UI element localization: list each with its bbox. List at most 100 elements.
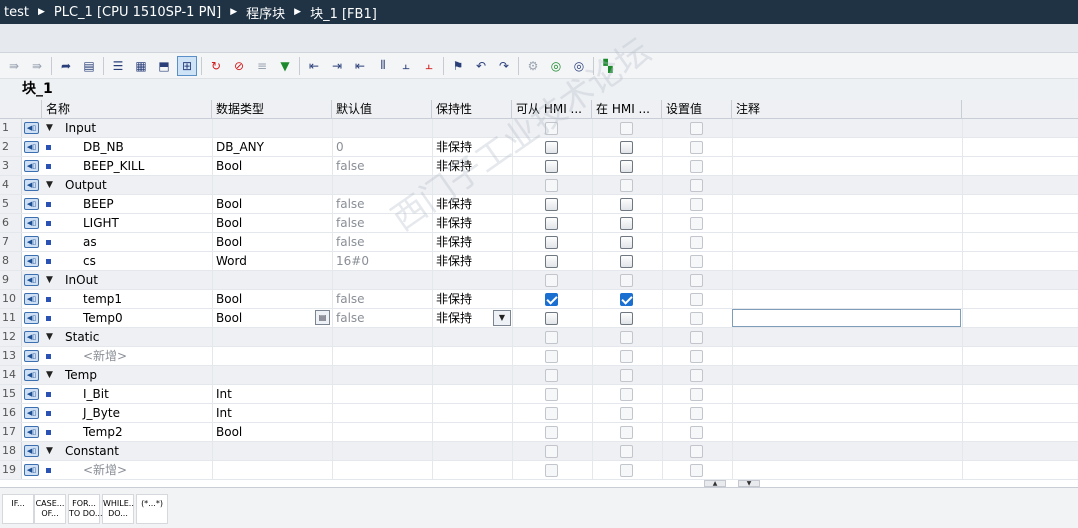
setpoint-checkbox[interactable] xyxy=(690,293,703,306)
section-name[interactable]: Input xyxy=(65,119,96,137)
variable-default[interactable]: 0 xyxy=(336,138,344,156)
setpoint-checkbox[interactable] xyxy=(690,141,703,154)
hmi-access-checkbox[interactable] xyxy=(545,160,558,173)
table-row[interactable]: 10 ◀▯ temp1 Bool false 非保持 xyxy=(0,290,1078,309)
hmi-access-checkbox[interactable] xyxy=(545,236,558,249)
indent-right-icon[interactable]: ⇥ xyxy=(327,56,347,76)
add-row-icon[interactable]: ⇛ xyxy=(27,56,47,76)
setpoint-checkbox[interactable] xyxy=(690,350,703,363)
bookmark-icon[interactable]: ⫠ xyxy=(396,56,416,76)
setpoint-checkbox[interactable] xyxy=(690,369,703,382)
header-comment[interactable]: 注释 xyxy=(732,100,962,119)
hmi-visible-checkbox[interactable] xyxy=(620,274,633,287)
section-name[interactable]: Temp xyxy=(65,366,97,384)
hmi-visible-checkbox[interactable] xyxy=(620,407,633,420)
setpoint-checkbox[interactable] xyxy=(690,388,703,401)
hmi-visible-checkbox[interactable] xyxy=(620,388,633,401)
datatype-list-icon[interactable]: ▤ xyxy=(315,310,330,325)
variable-default[interactable]: false xyxy=(336,157,365,175)
columns-icon[interactable]: ⦀ xyxy=(373,56,393,76)
header-hmi-visible[interactable]: 在 HMI ... xyxy=(592,100,662,119)
variable-datatype[interactable]: Bool xyxy=(216,157,242,175)
table-row[interactable]: 14 ◀▯ ▼ Temp xyxy=(0,366,1078,385)
breakpoint-icon[interactable]: ⚙ xyxy=(523,56,543,76)
hmi-visible-checkbox[interactable] xyxy=(620,198,633,211)
outdent-icon[interactable]: ⇤ xyxy=(350,56,370,76)
table-icon[interactable]: ▦ xyxy=(131,56,151,76)
hmi-visible-checkbox[interactable] xyxy=(620,122,633,135)
collapse-icon[interactable]: ▼ xyxy=(46,442,56,460)
variable-retain[interactable]: 非保持 xyxy=(436,138,472,156)
setpoint-checkbox[interactable] xyxy=(690,255,703,268)
hmi-access-checkbox[interactable] xyxy=(545,312,558,325)
snippet-comment[interactable]: (*...*) xyxy=(136,494,168,524)
hmi-visible-checkbox[interactable] xyxy=(620,426,633,439)
table-row[interactable]: 19 ◀▯ <新增> xyxy=(0,461,1078,480)
table-row[interactable]: 6 ◀▯ LIGHT Bool false 非保持 xyxy=(0,214,1078,233)
variable-retain[interactable]: 非保持 xyxy=(436,157,472,175)
table-row[interactable]: 2 ◀▯ DB_NB DB_ANY 0 非保持 xyxy=(0,138,1078,157)
setpoint-checkbox[interactable] xyxy=(690,198,703,211)
error-next-icon[interactable]: ↻ xyxy=(206,56,226,76)
bookmark-delete-icon[interactable]: ⫠ xyxy=(419,56,439,76)
variable-default[interactable]: false xyxy=(336,309,365,327)
scroll-down-icon[interactable]: ▼ xyxy=(738,480,760,487)
hmi-access-checkbox[interactable] xyxy=(545,179,558,192)
hmi-visible-checkbox[interactable] xyxy=(620,255,633,268)
breadcrumb-block[interactable]: 块_1 [FB1] xyxy=(310,3,377,22)
list-icon[interactable]: ☰ xyxy=(108,56,128,76)
variable-datatype[interactable]: Bool xyxy=(216,309,242,327)
table-row[interactable]: 11 ◀▯ Temp0 Bool false 非保持 ▤ ▼ xyxy=(0,309,1078,328)
snippet-if[interactable]: IF... xyxy=(2,494,34,524)
setpoint-checkbox[interactable] xyxy=(690,217,703,230)
setpoint-checkbox[interactable] xyxy=(690,445,703,458)
variable-datatype[interactable]: Bool xyxy=(216,233,242,251)
variable-retain[interactable]: 非保持 xyxy=(436,252,472,270)
header-default[interactable]: 默认值 xyxy=(332,100,432,119)
variable-default[interactable]: false xyxy=(336,195,365,213)
hmi-visible-checkbox[interactable] xyxy=(620,445,633,458)
variable-retain[interactable]: 非保持 xyxy=(436,309,472,327)
hmi-visible-checkbox[interactable] xyxy=(620,464,633,477)
table-row[interactable]: 16 ◀▯ J_Byte Int xyxy=(0,404,1078,423)
hmi-visible-checkbox[interactable] xyxy=(620,350,633,363)
breadcrumb-plc[interactable]: PLC_1 [CPU 1510SP-1 PN] xyxy=(54,5,221,20)
table-row[interactable]: 15 ◀▯ I_Bit Int xyxy=(0,385,1078,404)
indent-left-icon[interactable]: ⇤ xyxy=(304,56,324,76)
hmi-access-checkbox[interactable] xyxy=(545,274,558,287)
collapse-icon[interactable]: ▼ xyxy=(46,271,56,289)
snippet-case[interactable]: CASE... OF... xyxy=(34,494,66,524)
table-row[interactable]: 8 ◀▯ cs Word 16#0 非保持 xyxy=(0,252,1078,271)
header-setpoint[interactable]: 设置值 xyxy=(662,100,732,119)
snippet-while[interactable]: WHILE.. DO... xyxy=(102,494,134,524)
snapshot-icon[interactable]: ⬒ xyxy=(154,56,174,76)
variable-datatype[interactable]: Int xyxy=(216,404,232,422)
scroll-up-icon[interactable]: ▲ xyxy=(704,480,726,487)
variable-name[interactable]: LIGHT xyxy=(83,214,119,232)
interface-view-icon[interactable]: ⊞ xyxy=(177,55,197,76)
collapse-icon[interactable]: ▼ xyxy=(46,119,56,137)
collapse-icon[interactable]: ▼ xyxy=(46,366,56,384)
hmi-visible-checkbox[interactable] xyxy=(620,179,633,192)
hmi-access-checkbox[interactable] xyxy=(545,198,558,211)
setpoint-checkbox[interactable] xyxy=(690,122,703,135)
header-datatype[interactable]: 数据类型 xyxy=(212,100,332,119)
variable-name[interactable]: temp1 xyxy=(83,290,122,308)
variable-default[interactable]: false xyxy=(336,290,365,308)
setpoint-checkbox[interactable] xyxy=(690,274,703,287)
hmi-access-checkbox[interactable] xyxy=(545,255,558,268)
setpoint-checkbox[interactable] xyxy=(690,236,703,249)
setpoint-checkbox[interactable] xyxy=(690,407,703,420)
monitor-all-icon[interactable]: ◎ xyxy=(569,56,589,76)
table-row[interactable]: 17 ◀▯ Temp2 Bool xyxy=(0,423,1078,442)
hmi-visible-checkbox[interactable] xyxy=(620,217,633,230)
retain-dropdown-icon[interactable]: ▼ xyxy=(493,310,511,326)
hmi-visible-checkbox[interactable] xyxy=(620,160,633,173)
variable-datatype[interactable]: Bool xyxy=(216,290,242,308)
layout-icon[interactable]: ▚ xyxy=(598,56,618,76)
variable-datatype[interactable]: Bool xyxy=(216,423,242,441)
collapse-icon[interactable]: ▼ xyxy=(46,328,56,346)
setpoint-checkbox[interactable] xyxy=(690,464,703,477)
goto-icon[interactable]: ➦ xyxy=(56,56,76,76)
variable-retain[interactable]: 非保持 xyxy=(436,195,472,213)
